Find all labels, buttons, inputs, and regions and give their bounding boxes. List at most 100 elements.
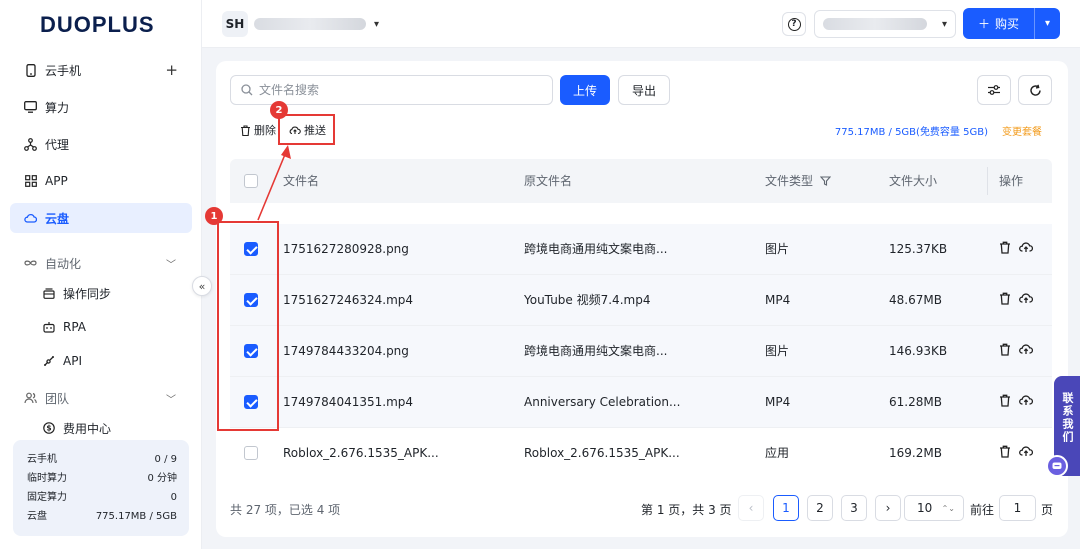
annotation-badge-1: 1 <box>205 207 223 225</box>
storage-usage: 775.17MB / 5GB(免费容量 5GB) <box>834 127 988 138</box>
col-file-type[interactable]: 文件类型 <box>765 159 832 203</box>
cloud-upload-icon[interactable] <box>1019 445 1033 457</box>
search-input[interactable] <box>259 83 539 97</box>
account-switcher[interactable]: SH ▾ <box>222 10 379 38</box>
change-plan-link[interactable]: 变更套餐 <box>1002 123 1042 138</box>
search-icon <box>241 84 253 96</box>
sidebar-item-billing[interactable]: $ 费用中心 <box>10 413 192 443</box>
sidebar-item-rpa[interactable]: RPA <box>10 312 192 342</box>
delete-action[interactable]: 删除 <box>240 122 276 138</box>
file-name: 1749784433204.png <box>283 344 409 358</box>
sidebar-item-label: 团队 <box>45 391 70 406</box>
usage-stats-panel: 云手机 0 / 9 临时算力 0 分钟 固定算力 0 云盘 775.17MB / 5GB <box>13 440 189 536</box>
table-row[interactable]: 1751627280928.png 跨境电商通用纯文案电商... 图片 125.… <box>230 224 1052 275</box>
file-size: 169.2MB <box>889 446 942 460</box>
buy-dropdown[interactable]: ▾ <box>1035 18 1060 29</box>
sidebar-item-cloud-disk[interactable]: 云盘 <box>10 203 192 233</box>
sidebar-item-app[interactable]: APP <box>10 166 192 196</box>
upload-button[interactable]: 上传 <box>560 75 610 105</box>
sidebar-item-proxy[interactable]: 代理 <box>10 129 192 159</box>
blurred-account-name <box>254 18 366 30</box>
brand-logo[interactable]: DUOPLUS <box>40 10 155 40</box>
goto-page-input[interactable]: 1 <box>999 495 1036 521</box>
file-type: MP4 <box>765 293 791 307</box>
row-operations <box>999 394 1033 407</box>
col-operations: 操作 <box>999 174 1024 188</box>
export-button[interactable]: 导出 <box>618 75 670 105</box>
collapse-sidebar-button[interactable]: « <box>192 276 212 296</box>
stat-row: 固定算力 0 <box>27 492 177 503</box>
dollar-icon: $ <box>42 422 55 435</box>
plus-icon: ＋ <box>977 17 990 31</box>
sidebar-item-label: 代理 <box>45 137 70 152</box>
trash-icon <box>241 124 250 136</box>
annotation-box-checkboxes <box>217 221 279 431</box>
row-operations <box>999 241 1033 254</box>
sidebar-item-label: RPA <box>63 320 87 334</box>
file-name: 1751627280928.png <box>283 242 409 256</box>
original-name: 跨境电商通用纯文案电商... <box>524 242 668 256</box>
row-checkbox[interactable] <box>244 446 258 460</box>
file-size: 48.67MB <box>889 293 942 307</box>
trash-icon[interactable] <box>999 343 1011 356</box>
cloud-upload-icon[interactable] <box>1019 241 1033 253</box>
page-button-2[interactable]: 2 <box>807 495 833 521</box>
sidebar-item-label: APP <box>45 174 68 188</box>
table-row[interactable]: Roblox_2.676.1535_APK... Roblox_2.676.15… <box>230 428 1052 479</box>
trash-icon[interactable] <box>999 292 1011 305</box>
sidebar-item-compute[interactable]: 算力 <box>10 92 192 122</box>
file-name: Roblox_2.676.1535_APK... <box>283 446 439 460</box>
file-size: 61.28MB <box>889 395 942 409</box>
buy-button[interactable]: ＋购买 ▾ <box>963 8 1060 39</box>
sidebar-group-automation[interactable]: 自动化 ﹀ <box>10 248 192 278</box>
cloud-upload-icon[interactable] <box>1019 343 1033 355</box>
infinity-icon <box>24 257 37 270</box>
add-icon[interactable]: + <box>165 61 178 79</box>
trash-icon[interactable] <box>999 445 1011 458</box>
original-name: YouTube 视频7.4.mp4 <box>524 293 651 307</box>
team-select[interactable]: ▾ <box>814 10 956 38</box>
goto-label: 前往 <box>970 503 995 517</box>
cloud-upload-icon[interactable] <box>1019 292 1033 304</box>
file-type: 图片 <box>765 242 790 256</box>
chat-icon[interactable] <box>1046 455 1068 477</box>
sync-icon <box>42 287 55 300</box>
page-size-select[interactable]: 10 ⌃⌄ <box>904 495 964 521</box>
help-button[interactable]: ? <box>782 12 806 36</box>
page-button-1[interactable]: 1 <box>773 495 799 521</box>
row-operations <box>999 445 1033 458</box>
table-row[interactable]: 1751627246324.mp4 YouTube 视频7.4.mp4 MP4 … <box>230 275 1052 326</box>
selection-summary: 共 27 项，已选 4 项 <box>230 503 341 517</box>
page-button-3[interactable]: 3 <box>841 495 867 521</box>
cloud-upload-icon[interactable] <box>1019 394 1033 406</box>
sidebar-item-label: 云盘 <box>45 211 70 226</box>
table-row[interactable]: 1749784433204.png 跨境电商通用纯文案电商... 图片 146.… <box>230 326 1052 377</box>
filter-settings-button[interactable] <box>977 75 1011 105</box>
sidebar-item-api[interactable]: API <box>10 346 192 376</box>
filter-icon[interactable] <box>819 176 832 186</box>
refresh-button[interactable] <box>1018 75 1052 105</box>
sidebar-item-label: 云手机 <box>45 63 82 78</box>
buy-main[interactable]: ＋购买 <box>963 8 1035 39</box>
prev-page-button[interactable]: ‹ <box>738 495 764 521</box>
avatar: SH <box>222 11 248 37</box>
sidebar-group-team[interactable]: 团队 ﹀ <box>10 383 192 413</box>
sidebar-item-label: 自动化 <box>45 256 82 271</box>
api-icon <box>42 355 55 368</box>
chevron-down-icon: ﹀ <box>166 394 176 406</box>
monitor-icon <box>24 101 37 114</box>
chevron-down-icon: ▾ <box>374 18 380 30</box>
sliders-icon <box>988 85 1000 95</box>
next-page-button[interactable]: › <box>875 495 901 521</box>
sidebar-item-label: API <box>63 354 82 368</box>
sidebar-item-label: 操作同步 <box>63 286 112 301</box>
chevron-down-icon: ▾ <box>941 18 947 30</box>
trash-icon[interactable] <box>999 394 1011 407</box>
table-header: 文件名 原文件名 文件类型 文件大小 操作 <box>230 159 1052 203</box>
trash-icon[interactable] <box>999 241 1011 254</box>
blurred-team-name <box>823 18 927 30</box>
sidebar-item-cloud-phone[interactable]: 云手机 + <box>10 55 192 85</box>
table-row[interactable]: 1749784041351.mp4 Anniversary Celebratio… <box>230 377 1052 428</box>
sidebar-item-sync[interactable]: 操作同步 <box>10 278 192 308</box>
annotation-badge-2: 2 <box>270 101 288 119</box>
